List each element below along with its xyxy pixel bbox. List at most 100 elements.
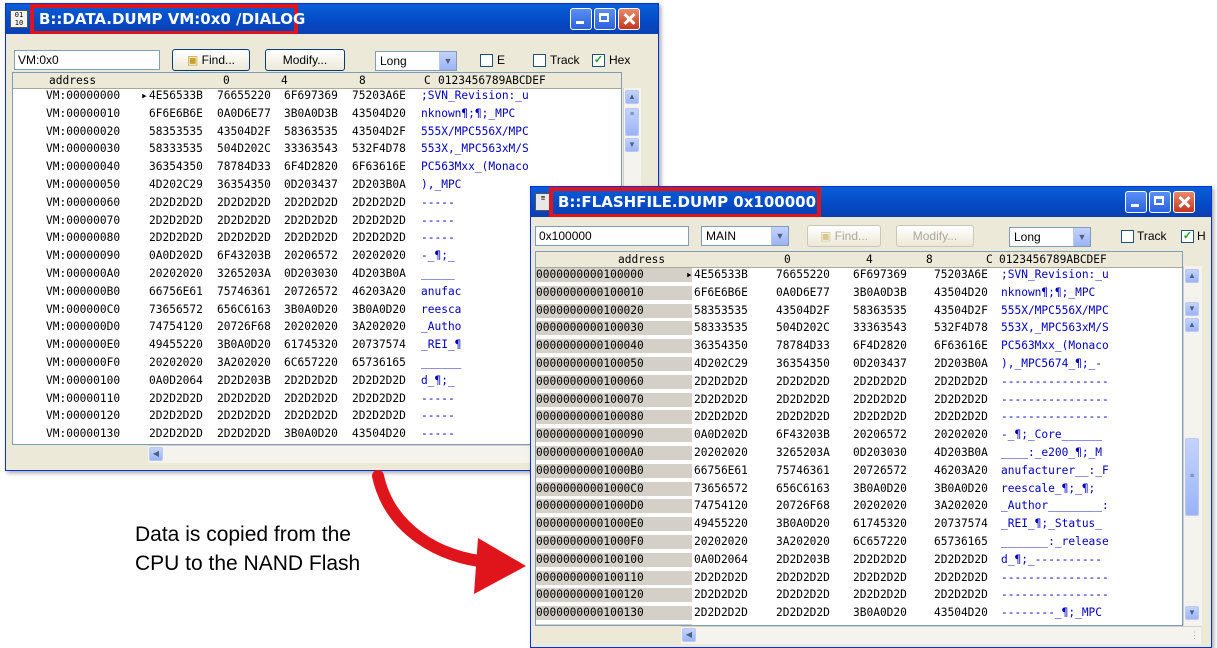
cell-w0: 4E56533B xyxy=(149,89,203,102)
find-label: Find... xyxy=(834,229,869,243)
table-row[interactable]: VM:00000040 36354350 78784D33 6F4D2820 6F636… xyxy=(13,160,621,174)
cell-ascii: _______:_release xyxy=(1001,535,1109,548)
scroll-left-icon[interactable]: ◀ xyxy=(682,628,696,642)
track-checkbox[interactable] xyxy=(1121,230,1134,243)
table-row[interactable]: 00000000001000C0 73656572 656C6163 3B0A0D20… xyxy=(536,481,1182,496)
table-row[interactable]: 0000000000100110 2D2D2D2D 2D2D2D2D 2D2D2D2D… xyxy=(536,570,1182,585)
scroll-left-icon[interactable]: ◀ xyxy=(149,447,163,461)
cell-w0: 49455220 xyxy=(694,517,748,531)
maximize-icon[interactable] xyxy=(594,8,616,30)
cell-w2: 20726572 xyxy=(284,284,338,298)
scroll-down-icon[interactable]: ▼ xyxy=(625,138,639,152)
modify-button[interactable]: Modify... xyxy=(896,225,974,247)
table-row[interactable]: 0000000000100130 2D2D2D2D 2D2D2D2D 3B0A0D20… xyxy=(536,606,1182,621)
minimize-icon[interactable] xyxy=(1125,191,1147,213)
cell-w3: 3B0A0D20 xyxy=(934,481,988,495)
scroll-down-icon-2[interactable]: ▼ xyxy=(1185,606,1199,620)
table-row[interactable]: VM:00000010 6F6E6B6E 0A0D6E77 3B0A0D3B 43504… xyxy=(13,107,621,121)
binoculars-icon: ▣ xyxy=(186,53,202,67)
cell-ascii: _REI_¶;_Status_ xyxy=(1001,517,1103,531)
scroll-up-icon[interactable]: ▲ xyxy=(1185,269,1199,283)
table-row[interactable]: 0000000000100070 2D2D2D2D 2D2D2D2D 2D2D2D2D… xyxy=(536,392,1182,407)
cell-address: 0000000000100060 xyxy=(536,374,692,389)
table-row[interactable]: VM:00000030 58333535 504D202C 33363543 532F4… xyxy=(13,142,621,156)
hex-checkbox[interactable]: ✓ xyxy=(592,54,605,67)
table-row[interactable]: 0000000000100120 2D2D2D2D 2D2D2D2D 2D2D2D2D… xyxy=(536,588,1182,603)
scroll-thumb[interactable]: ≡ xyxy=(1185,438,1199,516)
cell-w3: 46203A20 xyxy=(352,284,406,298)
h-checkbox[interactable]: ✓ xyxy=(1181,230,1194,243)
cell-w3: 43504D20 xyxy=(934,606,988,620)
format-select[interactable]: Long ▼ xyxy=(375,51,457,71)
cell-w0: 2D2D2D2D xyxy=(149,409,203,423)
table-row[interactable]: 00000000001000D0 74754120 20726F68 20202020… xyxy=(536,499,1182,514)
cell-w0: 2D2D2D2D xyxy=(149,391,203,405)
address-input[interactable]: 0x100000 xyxy=(535,226,689,246)
cell-w3: 20737574 xyxy=(934,517,988,531)
cell-w1: 2D2D2D2D xyxy=(217,195,271,209)
find-button[interactable]: ▣ Find... xyxy=(807,225,881,247)
scroll-up-icon[interactable]: ▲ xyxy=(625,90,639,104)
close-icon[interactable] xyxy=(1173,191,1195,213)
cell-w2: 6F697369 xyxy=(284,89,338,102)
table-row[interactable]: 0000000000100020 58353535 43504D2F 58363535… xyxy=(536,303,1182,318)
track-checkbox[interactable] xyxy=(533,54,546,67)
close-icon[interactable] xyxy=(618,8,640,30)
table-row[interactable]: 0000000000100090 0A0D202D 6F43203B 20206572… xyxy=(536,428,1182,443)
table-row[interactable]: 0000000000100100 0A0D2064 2D2D203B 2D2D2D2D… xyxy=(536,552,1182,567)
table-row[interactable]: 00000000001000E0 49455220 3B0A0D20 61745320… xyxy=(536,517,1182,532)
cell-w1: 78784D33 xyxy=(217,160,271,174)
chevron-down-icon: ▼ xyxy=(771,227,788,245)
cell-w0: 58353535 xyxy=(149,124,203,138)
scroll-thumb[interactable]: ≡ xyxy=(625,108,639,136)
cell-w1: 78784D33 xyxy=(776,339,830,353)
table-row[interactable]: 0000000000100010 6F6E6B6E 0A0D6E77 3B0A0D3B… xyxy=(536,285,1182,300)
e-label: E xyxy=(497,53,506,67)
table-row[interactable]: 0000000000100050 4D202C29 36354350 0D203437… xyxy=(536,357,1182,371)
cell-w0: 2D2D2D2D xyxy=(694,606,748,620)
maximize-icon[interactable] xyxy=(1149,191,1171,213)
table-row[interactable]: 0000000000100040 36354350 78784D33 6F4D2820… xyxy=(536,339,1182,354)
cell-w3: 3B0A0D20 xyxy=(352,302,406,316)
table-row[interactable]: 00000000001000B0 66756E61 75746361 20726572… xyxy=(536,463,1182,478)
table-row[interactable]: VM:00000020 58353535 43504D2F 58363535 43504… xyxy=(13,125,621,139)
cell-w2: 2D2D2D2D xyxy=(284,195,338,209)
cell-w3: 43504D2F xyxy=(934,303,988,317)
cell-w2: 0D203437 xyxy=(853,357,907,370)
cell-w1: 75746361 xyxy=(217,284,271,298)
cell-w0: 4D202C29 xyxy=(694,357,748,370)
area-select[interactable]: MAIN ▼ xyxy=(701,226,789,246)
cell-w2: 3B0A0D20 xyxy=(284,427,338,441)
table-row[interactable]: 0000000000100030 58333535 504D202C 33363543… xyxy=(536,321,1182,336)
vertical-scrollbar[interactable]: ▲ ▼ ▲ ≡ ▼ xyxy=(1183,266,1202,626)
cell-address: 0000000000100110 xyxy=(536,570,692,585)
table-row[interactable]: 00000000001000F0 20202020 3A202020 6C657220… xyxy=(536,535,1182,549)
cell-w2: 20206572 xyxy=(853,428,907,442)
dump-grid[interactable]: address 0 4 8 C 0123456789ABCDEF 0000000… xyxy=(535,251,1183,626)
cell-w3: 75203A6E xyxy=(934,268,988,281)
cell-w2: 58363535 xyxy=(284,124,338,138)
flashfile-titlebar[interactable]: ≡ B::FLASHFILE.DUMP 0x100000 xyxy=(531,187,1211,218)
e-checkbox[interactable] xyxy=(480,54,493,67)
table-row[interactable]: 00000000001000A0 20202020 3265203A 0D203030… xyxy=(536,446,1182,460)
scroll-up-icon-2[interactable]: ▲ xyxy=(1185,318,1199,332)
cell-w2: 20202020 xyxy=(284,320,338,334)
format-select[interactable]: Long ▼ xyxy=(1009,227,1091,247)
cell-w2: 33363543 xyxy=(284,142,338,156)
resize-grip-icon[interactable]: ⋮ xyxy=(1190,630,1199,641)
find-button[interactable]: ▣ Find... xyxy=(172,49,250,71)
cell-address: 00000000001000C0 xyxy=(536,481,692,496)
address-input[interactable]: VM:0x0 xyxy=(14,50,160,70)
table-row[interactable]: 0000000000100000 ▸ 4E56533B 76655220 6F69736… xyxy=(536,268,1182,282)
minimize-icon[interactable] xyxy=(570,8,592,30)
table-row[interactable]: 0000000000100080 2D2D2D2D 2D2D2D2D 2D2D2D2D… xyxy=(536,410,1182,425)
scroll-down-icon[interactable]: ▼ xyxy=(1185,302,1199,316)
format-value: Long xyxy=(380,54,407,68)
table-row[interactable]: VM:00000000 ▸ 4E56533B 76655220 6F697369 7520… xyxy=(13,89,621,103)
modify-button[interactable]: Modify... xyxy=(265,49,345,71)
table-row[interactable]: 0000000000100060 2D2D2D2D 2D2D2D2D 2D2D2D2D… xyxy=(536,374,1182,389)
data-dump-titlebar[interactable]: 01 10 B::DATA.DUMP VM:0x0 /DIALOG xyxy=(6,4,658,35)
cell-ascii: ----- xyxy=(421,391,455,405)
horizontal-scrollbar[interactable]: ◀ ⋮ xyxy=(681,626,1201,644)
cell-address: VM:000000A0 xyxy=(46,267,121,280)
